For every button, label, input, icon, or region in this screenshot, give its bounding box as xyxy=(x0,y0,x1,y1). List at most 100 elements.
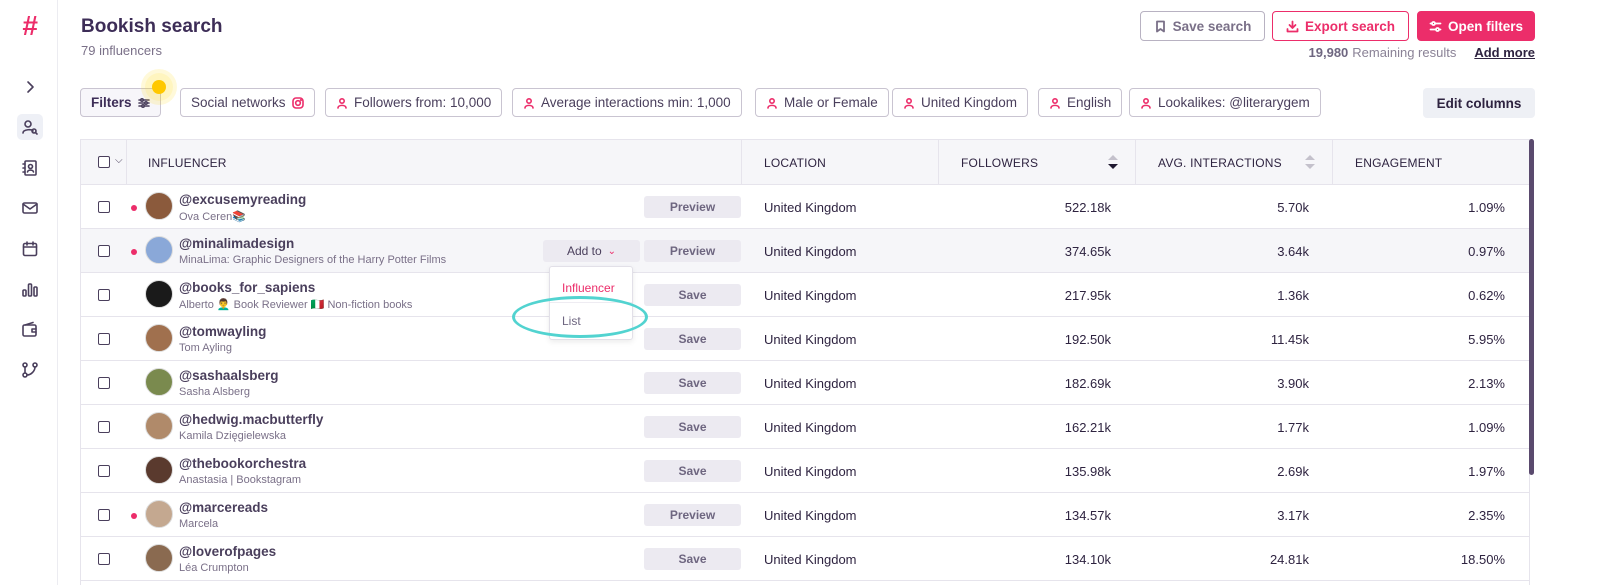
sliders-icon xyxy=(137,97,150,108)
edit-columns-button[interactable]: Edit columns xyxy=(1423,88,1535,118)
location-cell: United Kingdom xyxy=(764,288,857,303)
table-row[interactable]: @hedwig.macbutterfly Kamila Dzięgielewsk… xyxy=(81,405,1529,449)
preview-button[interactable]: Preview xyxy=(644,196,741,218)
engagement-cell: 2.35% xyxy=(1468,508,1505,523)
avatar[interactable] xyxy=(145,500,173,528)
preview-button[interactable]: Preview xyxy=(644,240,741,262)
table-row[interactable]: @books_for_sapiens Alberto 👨‍🦱 Book Revi… xyxy=(81,273,1529,317)
influencer-handle[interactable]: @excusemyreading xyxy=(179,192,306,207)
table-row[interactable]: @excusemyreading Ova Ceren📚 Preview Unit… xyxy=(81,185,1529,229)
avatar[interactable] xyxy=(145,412,173,440)
save-button[interactable]: Save xyxy=(644,328,741,350)
person-icon xyxy=(904,97,914,109)
avatar[interactable] xyxy=(145,368,173,396)
chip-avg-interactions[interactable]: Average interactions min: 1,000 xyxy=(512,88,742,117)
avg-interactions-cell: 3.64k xyxy=(1277,244,1309,259)
column-divider xyxy=(1135,140,1136,185)
bookmark-icon xyxy=(1155,20,1165,32)
chip-lookalikes[interactable]: Lookalikes: @literarygem xyxy=(1129,88,1321,117)
row-checkbox[interactable] xyxy=(98,421,110,433)
column-avg-interactions[interactable]: AVG. INTERACTIONS xyxy=(1158,140,1282,185)
row-checkbox[interactable] xyxy=(98,377,110,389)
save-button[interactable]: Save xyxy=(644,460,741,482)
chip-social-networks[interactable]: Social networks xyxy=(180,88,315,117)
sort-icon[interactable] xyxy=(1305,155,1315,169)
influencer-description: Kamila Dzięgielewska xyxy=(179,430,286,442)
person-icon xyxy=(337,97,347,109)
add-to-button[interactable]: Add to ⌄ xyxy=(543,240,640,262)
row-checkbox[interactable] xyxy=(98,201,110,213)
followers-cell: 192.50k xyxy=(1064,332,1111,347)
avatar[interactable] xyxy=(145,544,173,572)
expand-icon[interactable] xyxy=(17,74,43,100)
mail-icon[interactable] xyxy=(17,195,43,221)
save-button[interactable]: Save xyxy=(644,284,741,306)
column-engagement[interactable]: ENGAGEMENT xyxy=(1355,140,1442,185)
row-checkbox[interactable] xyxy=(98,465,110,477)
export-search-button[interactable]: Export search xyxy=(1272,11,1409,41)
workflow-icon[interactable] xyxy=(17,357,43,383)
table-row[interactable]: @thebookorchestra Anastasia | Bookstagra… xyxy=(81,449,1529,493)
avg-interactions-cell: 2.69k xyxy=(1277,464,1309,479)
influencer-handle[interactable]: @marcereads xyxy=(179,500,268,515)
wallet-icon[interactable] xyxy=(17,317,43,343)
influencer-description: Sasha Alsberg xyxy=(179,386,250,398)
save-search-button[interactable]: Save search xyxy=(1140,11,1265,41)
row-checkbox[interactable] xyxy=(98,509,110,521)
engagement-cell: 0.97% xyxy=(1468,244,1505,259)
row-checkbox[interactable] xyxy=(98,245,110,257)
bar-chart-icon[interactable] xyxy=(17,276,43,302)
sort-desc-icon[interactable] xyxy=(1108,155,1118,169)
chip-gender[interactable]: Male or Female xyxy=(755,88,889,117)
preview-button[interactable]: Preview xyxy=(644,504,741,526)
column-divider xyxy=(1332,140,1333,185)
row-checkbox[interactable] xyxy=(98,553,110,565)
engagement-cell: 1.09% xyxy=(1468,200,1505,215)
chip-location[interactable]: United Kingdom xyxy=(892,88,1029,117)
row-checkbox[interactable] xyxy=(98,289,110,301)
chip-language[interactable]: English xyxy=(1038,88,1123,117)
logo[interactable]: # xyxy=(22,12,38,40)
save-button[interactable]: Save xyxy=(644,372,741,394)
table-scrollbar[interactable] xyxy=(1529,139,1534,475)
table-header: ⌵ INFLUENCER LOCATION FOLLOWERS AVG. INT… xyxy=(81,140,1529,185)
user-search-icon[interactable] xyxy=(17,114,43,140)
influencer-handle[interactable]: @tomwayling xyxy=(179,324,266,339)
chip-followers[interactable]: Followers from: 10,000 xyxy=(325,88,503,117)
column-location[interactable]: LOCATION xyxy=(764,140,826,185)
influencer-handle[interactable]: @loverofpages xyxy=(179,544,276,559)
table-row[interactable]: @tomwayling Tom Ayling Save United Kingd… xyxy=(81,317,1529,361)
save-button[interactable]: Save xyxy=(644,548,741,570)
save-button[interactable]: Save xyxy=(644,416,741,438)
open-filters-label: Open filters xyxy=(1447,18,1523,34)
influencer-handle[interactable]: @minalimadesign xyxy=(179,236,294,251)
avatar[interactable] xyxy=(145,324,173,352)
avatar[interactable] xyxy=(145,280,173,308)
dropdown-item-influencer[interactable]: Influencer xyxy=(562,281,615,295)
influencer-handle[interactable]: @hedwig.macbutterfly xyxy=(179,412,323,427)
followers-cell: 522.18k xyxy=(1064,200,1111,215)
add-to-label: Add to xyxy=(566,244,602,258)
contacts-icon[interactable] xyxy=(17,155,43,181)
avatar[interactable] xyxy=(145,236,173,264)
influencer-handle[interactable]: @sashaalsberg xyxy=(179,368,278,383)
table-row[interactable]: @sashaalsberg Sasha Alsberg Save United … xyxy=(81,361,1529,405)
table-row[interactable]: @minalimadesign MinaLima: Graphic Design… xyxy=(81,229,1529,273)
table-row[interactable]: @loverofpages Léa Crumpton Save United K… xyxy=(81,537,1529,581)
influencer-description: Marcela xyxy=(179,518,219,530)
chip-label: United Kingdom xyxy=(921,95,1018,110)
column-followers[interactable]: FOLLOWERS xyxy=(961,140,1038,185)
open-filters-button[interactable]: Open filters xyxy=(1417,11,1535,41)
column-divider xyxy=(741,140,742,185)
chevron-down-icon[interactable]: ⌵ xyxy=(115,155,123,166)
engagement-cell: 1.09% xyxy=(1468,420,1505,435)
avatar[interactable] xyxy=(145,456,173,484)
avatar[interactable] xyxy=(145,192,173,220)
influencer-handle[interactable]: @thebookorchestra xyxy=(179,456,306,471)
influencer-handle[interactable]: @books_for_sapiens xyxy=(179,280,315,295)
row-checkbox[interactable] xyxy=(98,333,110,345)
select-all-checkbox[interactable] xyxy=(98,156,110,168)
calendar-icon[interactable] xyxy=(17,236,43,262)
table-row[interactable]: @marcereads Marcela Preview United Kingd… xyxy=(81,493,1529,537)
add-more-link[interactable]: Add more xyxy=(1474,45,1535,60)
